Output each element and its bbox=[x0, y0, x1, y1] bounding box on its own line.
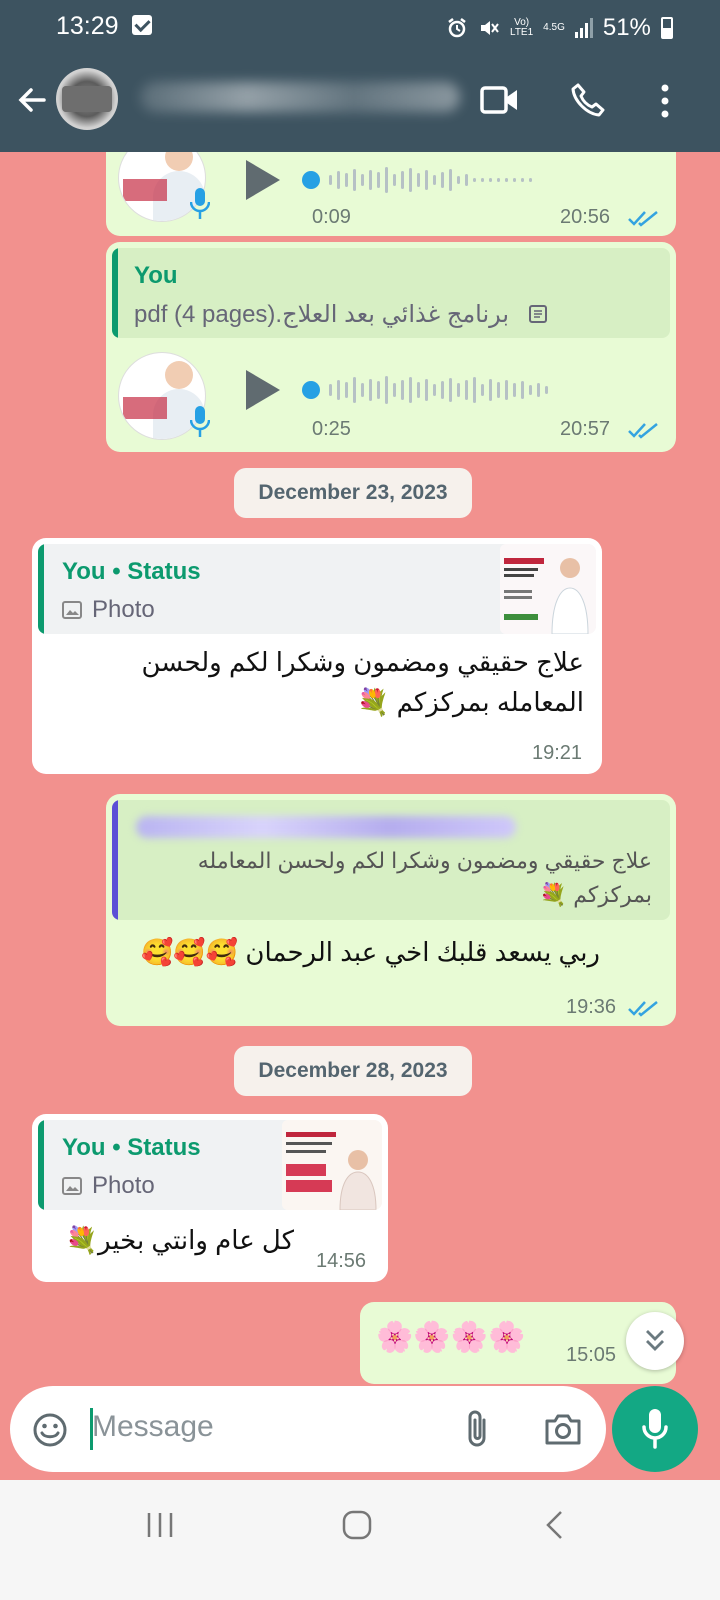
status-bar: 13:29 Vo) LTE1 4.5G 51% bbox=[0, 0, 720, 52]
message-text: ربي يسعد قلبك اخي عبد الرحمان 🥰🥰🥰 bbox=[141, 937, 600, 967]
message-time: 20:56 bbox=[560, 206, 611, 228]
quote-media-type: Photo bbox=[92, 596, 155, 623]
voice-message: 0:09 20:56 bbox=[106, 152, 676, 236]
document-icon bbox=[529, 305, 547, 323]
voice-waveform[interactable] bbox=[302, 160, 532, 200]
quoted-message[interactable]: You pdf (4 pages).برنامج غذائي بعد العلا… bbox=[112, 248, 670, 338]
microphone-icon bbox=[190, 188, 210, 219]
signal-type-label: 4.5G bbox=[543, 22, 565, 33]
back-icon[interactable] bbox=[544, 1510, 564, 1540]
more-options-icon[interactable] bbox=[660, 84, 670, 118]
message-text: 🌸🌸🌸🌸 bbox=[376, 1321, 526, 1354]
play-button[interactable] bbox=[246, 370, 280, 410]
clock: 13:29 bbox=[56, 12, 119, 40]
voice-call-icon[interactable] bbox=[570, 82, 606, 118]
read-ticks-icon bbox=[628, 1001, 658, 1017]
emoji-icon[interactable] bbox=[32, 1412, 68, 1448]
status-thumbnail bbox=[282, 1120, 382, 1210]
back-arrow-icon[interactable] bbox=[14, 82, 50, 118]
battery-percentage: 51% bbox=[602, 14, 651, 41]
voice-duration: 0:25 bbox=[312, 418, 351, 440]
photo-icon bbox=[62, 1177, 82, 1195]
message-time: 19:36 bbox=[566, 996, 617, 1018]
alarm-icon bbox=[448, 18, 466, 38]
contact-name[interactable] bbox=[140, 82, 460, 112]
photo-icon bbox=[62, 601, 82, 619]
message-time: 19:21 bbox=[532, 742, 583, 764]
new-year-ad-image bbox=[282, 1120, 382, 1210]
voice-record-button[interactable] bbox=[612, 1386, 698, 1472]
system-navigation-bar bbox=[0, 1480, 720, 1600]
quote-author: You • Status bbox=[62, 558, 201, 585]
signal-strength-icon bbox=[574, 18, 593, 38]
recent-apps-icon[interactable] bbox=[146, 1512, 174, 1538]
scroll-to-bottom-button[interactable] bbox=[626, 1312, 684, 1370]
chat-header bbox=[0, 52, 720, 152]
microphone-icon bbox=[190, 406, 210, 437]
network-label: Vo) LTE1 bbox=[510, 17, 534, 38]
incoming-message: You • Status Photo علاج حقيقي ومضمون وشك… bbox=[32, 538, 602, 774]
doctor-ad-image bbox=[500, 544, 596, 634]
home-icon[interactable] bbox=[342, 1510, 372, 1540]
microphone-icon bbox=[642, 1409, 668, 1449]
message-time: 15:05 bbox=[566, 1344, 617, 1366]
outgoing-message: علاج حقيقي ومضمون وشكرا لكم ولحسن المعام… bbox=[106, 794, 676, 1026]
voice-duration: 0:09 bbox=[312, 206, 351, 228]
quote-author: You • Status bbox=[62, 1134, 201, 1161]
quoted-message[interactable]: علاج حقيقي ومضمون وشكرا لكم ولحسن المعام… bbox=[112, 800, 670, 920]
read-ticks-icon bbox=[628, 423, 658, 439]
message-time: 14:56 bbox=[316, 1250, 367, 1272]
quote-media-type: Photo bbox=[92, 1172, 155, 1199]
play-button[interactable] bbox=[246, 160, 280, 200]
message-text: علاج حقيقي ومضمون وشكرا لكم ولحسن المعام… bbox=[141, 647, 584, 717]
video-call-icon[interactable] bbox=[480, 84, 520, 116]
quote-author-blurred bbox=[136, 816, 516, 838]
date-separator: December 28, 2023 bbox=[234, 1046, 472, 1096]
battery-icon bbox=[660, 17, 673, 39]
message-list[interactable]: 0:09 20:56 You pdf (4 pages).برنامج غذائ… bbox=[0, 152, 720, 1384]
message-time: 20:57 bbox=[560, 418, 611, 440]
voice-message-reply: You pdf (4 pages).برنامج غذائي بعد العلا… bbox=[106, 242, 676, 452]
checkbox-notification-icon bbox=[132, 15, 152, 35]
status-thumbnail bbox=[500, 544, 596, 634]
message-text: كل عام وانتي بخير💐 bbox=[65, 1225, 294, 1255]
camera-icon[interactable] bbox=[544, 1412, 582, 1446]
quote-text: علاج حقيقي ومضمون وشكرا لكم ولحسن المعام… bbox=[197, 848, 652, 907]
double-chevron-down-icon bbox=[646, 1330, 664, 1351]
message-input[interactable]: Message bbox=[92, 1410, 214, 1444]
quote-author: You bbox=[134, 262, 178, 289]
quoted-status[interactable]: You • Status Photo bbox=[38, 544, 596, 634]
incoming-message: You • Status Photo كل عام وانتي بخير💐 14… bbox=[32, 1114, 388, 1282]
quoted-status[interactable]: You • Status Photo bbox=[38, 1120, 382, 1210]
system-icons: Vo) LTE1 4.5G 51% bbox=[446, 14, 673, 42]
contact-avatar[interactable] bbox=[56, 68, 118, 130]
message-composer: Message bbox=[10, 1386, 606, 1472]
quote-text: pdf (4 pages).برنامج غذائي بعد العلاج bbox=[134, 301, 510, 328]
voice-waveform[interactable] bbox=[302, 370, 548, 410]
mute-icon bbox=[481, 21, 499, 35]
date-separator: December 23, 2023 bbox=[234, 468, 472, 518]
attach-icon[interactable] bbox=[464, 1408, 490, 1450]
read-ticks-icon bbox=[628, 211, 658, 227]
